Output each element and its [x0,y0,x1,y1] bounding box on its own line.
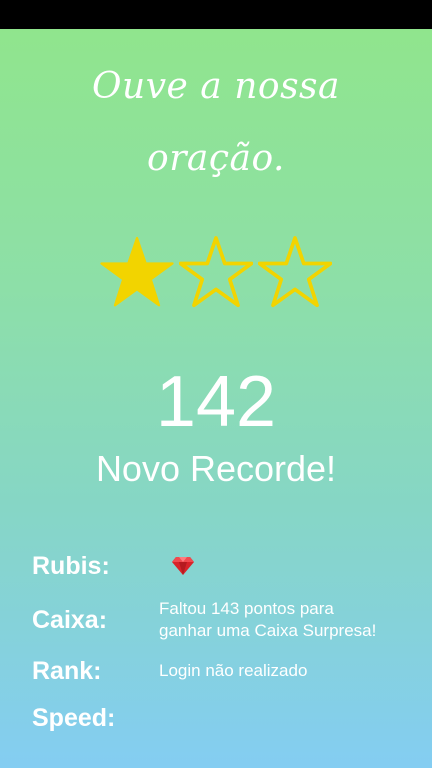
star-empty-icon [258,236,332,308]
results-panel: Ouve a nossa oração. 142 Novo Recorde! R… [0,29,432,768]
caixa-message: Faltou 143 pontos para ganhar uma Caixa … [159,598,419,642]
caixa-message-line-1: Faltou 143 pontos para [159,599,334,618]
verse-text: Ouve a nossa oração. [40,51,392,195]
rubis-label: Rubis: [32,552,110,580]
new-record-label: Novo Recorde! [95,448,337,489]
speed-label: Speed: [32,704,116,732]
score-value: 142 [155,362,277,442]
rank-value: Login não realizado [159,661,308,680]
star-rating [100,235,332,309]
star-filled-icon [100,236,174,307]
rank-label: Rank: [32,657,102,685]
caixa-message-line-2: ganhar uma Caixa Surpresa! [159,621,377,640]
caixa-label: Caixa: [32,606,108,634]
star-empty-icon [179,236,253,308]
verse-line-2: oração. [147,138,285,179]
verse-line-1: Ouve a nossa [92,66,340,107]
status-bar [0,0,432,29]
game-over-screen: Ouve a nossa oração. 142 Novo Recorde! R… [0,0,432,768]
ruby-icon [172,557,194,575]
